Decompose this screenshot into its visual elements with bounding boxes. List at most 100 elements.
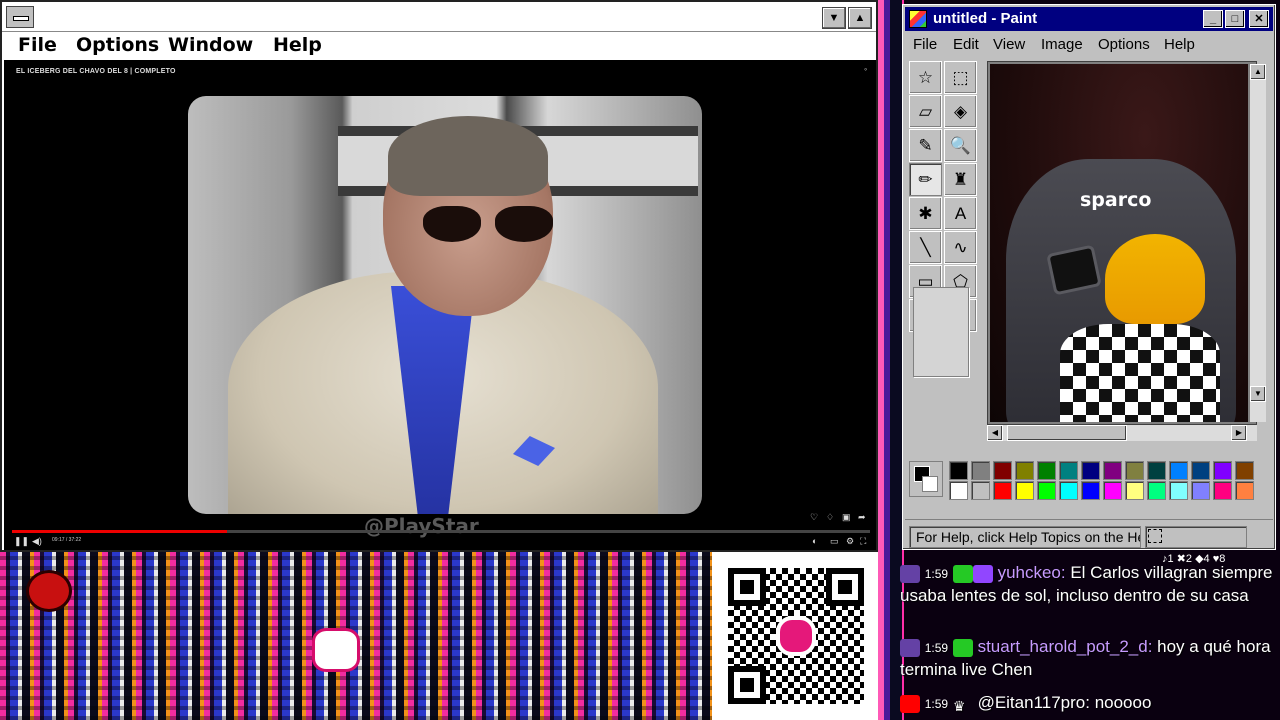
vtuber-avatar-hair	[1105, 234, 1205, 324]
palette-swatch[interactable]	[1037, 481, 1056, 500]
eraser-icon[interactable]: ▱	[909, 95, 942, 128]
subtitles-icon[interactable]: ▭	[830, 536, 839, 547]
video-player[interactable]: EL ICEBERG DEL CHAVO DEL 8 | COMPLETO ◦ …	[4, 60, 876, 550]
palette-swatch[interactable]	[1081, 461, 1100, 480]
chat-time: 1:59	[924, 697, 949, 711]
palette-swatch[interactable]	[1103, 481, 1122, 500]
status-help-text: For Help, click Help Topics on the Help …	[909, 526, 1141, 548]
video-frame[interactable]	[188, 96, 702, 514]
scroll-down-icon[interactable]: ▼	[1250, 386, 1266, 402]
paint-close-button[interactable]: ✕	[1249, 10, 1269, 28]
palette-swatch[interactable]	[949, 461, 968, 480]
scroll-right-icon[interactable]: ▶	[1231, 425, 1247, 441]
paint-menu-file[interactable]: File	[913, 36, 937, 53]
like-icon[interactable]: ♡	[810, 512, 818, 523]
volume-icon[interactable]: ◀)	[32, 536, 42, 547]
line-icon[interactable]: ╲	[909, 231, 942, 264]
free-select-icon[interactable]: ☆	[909, 61, 942, 94]
minimize-button[interactable]: ▼	[822, 7, 846, 29]
color-picker-icon[interactable]: ✎	[909, 129, 942, 162]
player-menubar: File Options Window Help	[2, 32, 876, 58]
twitch-icon	[900, 638, 920, 657]
palette-swatch[interactable]	[1191, 461, 1210, 480]
paint-minimize-button[interactable]: _	[1203, 10, 1223, 28]
fullscreen-icon[interactable]: ⛶	[860, 536, 866, 547]
magnifier-icon[interactable]: 🔍	[944, 129, 977, 162]
palette-swatch[interactable]	[1125, 461, 1144, 480]
paint-menu-view[interactable]: View	[993, 36, 1025, 53]
palette-swatch[interactable]	[949, 481, 968, 500]
palette-swatch[interactable]	[1235, 481, 1254, 500]
paint-menu-image[interactable]: Image	[1041, 36, 1083, 53]
palette-swatch[interactable]	[1125, 481, 1144, 500]
chat-username[interactable]: @Eitan117pro:	[978, 693, 1090, 712]
menu-options[interactable]: Options	[76, 34, 159, 56]
palette-swatch[interactable]	[1147, 481, 1166, 500]
palette-swatch[interactable]	[993, 461, 1012, 480]
airbrush-icon[interactable]: ✱	[909, 197, 942, 230]
pencil-icon[interactable]: ✏	[909, 163, 942, 196]
tool-options-box[interactable]	[913, 287, 969, 377]
brush-icon[interactable]: ♜	[944, 163, 977, 196]
curve-icon[interactable]: ∿	[944, 231, 977, 264]
qr-logo-icon	[776, 616, 816, 656]
palette-swatch[interactable]	[1059, 461, 1078, 480]
maximize-button[interactable]: ▲	[848, 7, 872, 29]
palette-swatch[interactable]	[1191, 481, 1210, 500]
palette-swatch[interactable]	[1081, 481, 1100, 500]
player-titlebar: ▼ ▲	[2, 2, 876, 32]
autoplay-toggle-icon[interactable]: ◐	[812, 536, 817, 546]
menu-window[interactable]: Window	[168, 34, 253, 56]
palette-swatch[interactable]	[971, 481, 990, 500]
comment-icon[interactable]: ▣	[842, 512, 851, 523]
system-menu-button[interactable]	[6, 6, 34, 28]
horizontal-scrollbar[interactable]: ◀ ▶	[987, 425, 1257, 441]
scroll-up-icon[interactable]: ▲	[1250, 64, 1266, 80]
pause-icon[interactable]: ❚❚	[14, 536, 29, 547]
palette-swatch[interactable]	[1169, 481, 1188, 500]
progress-bar[interactable]	[12, 530, 870, 533]
menu-help[interactable]: Help	[273, 34, 322, 56]
palette-swatch[interactable]	[1213, 461, 1232, 480]
menu-file[interactable]: File	[18, 34, 57, 56]
color-palette	[905, 457, 1273, 503]
palette-swatch[interactable]	[1169, 461, 1188, 480]
palette-swatch[interactable]	[1015, 481, 1034, 500]
share-icon[interactable]: ➦	[858, 512, 866, 523]
paint-toolbox: ☆⬚▱◈✎🔍✏♜✱A╲∿▭⬠⬭▢	[909, 61, 983, 433]
current-colors[interactable]	[909, 461, 943, 497]
palette-swatch[interactable]	[1015, 461, 1034, 480]
text-icon[interactable]: A	[944, 197, 977, 230]
palette-swatch[interactable]	[1037, 461, 1056, 480]
dislike-icon[interactable]: ♢	[826, 512, 834, 523]
palette-swatch[interactable]	[1059, 481, 1078, 500]
twitch-icon	[900, 564, 920, 583]
paint-maximize-button[interactable]: □	[1225, 10, 1245, 28]
vertical-scrollbar[interactable]: ▲ ▼	[1250, 64, 1266, 422]
palette-swatch[interactable]	[1235, 461, 1254, 480]
paint-menu-edit[interactable]: Edit	[953, 36, 979, 53]
settings-icon[interactable]: ⚙	[846, 536, 854, 547]
paint-menu-help[interactable]: Help	[1164, 36, 1195, 53]
palette-swatch[interactable]	[1213, 481, 1232, 500]
palette-swatch[interactable]	[1147, 461, 1166, 480]
qr-code-panel	[712, 552, 878, 720]
palette-swatch[interactable]	[971, 461, 990, 480]
paint-app-icon[interactable]	[909, 10, 927, 28]
horizontal-scroll-thumb[interactable]	[1007, 425, 1127, 441]
scroll-left-icon[interactable]: ◀	[987, 425, 1003, 441]
background-color[interactable]	[922, 476, 938, 492]
drawing-canvas[interactable]: sparco	[990, 64, 1248, 422]
video-title[interactable]: EL ICEBERG DEL CHAVO DEL 8 | COMPLETO	[16, 68, 176, 75]
sword-badge-icon	[952, 638, 973, 657]
chat-username[interactable]: yuhckeo:	[998, 563, 1066, 582]
palette-swatch[interactable]	[993, 481, 1012, 500]
rect-select-icon[interactable]: ⬚	[944, 61, 977, 94]
fill-icon[interactable]: ◈	[944, 95, 977, 128]
qr-code[interactable]	[728, 568, 864, 704]
chat-text: nooooo	[1089, 693, 1152, 712]
chat-username[interactable]: stuart_harold_pot_2_d:	[978, 637, 1153, 656]
palette-swatch[interactable]	[1103, 461, 1122, 480]
paint-menu-options[interactable]: Options	[1098, 36, 1150, 53]
info-icon[interactable]: ◦	[864, 64, 867, 74]
